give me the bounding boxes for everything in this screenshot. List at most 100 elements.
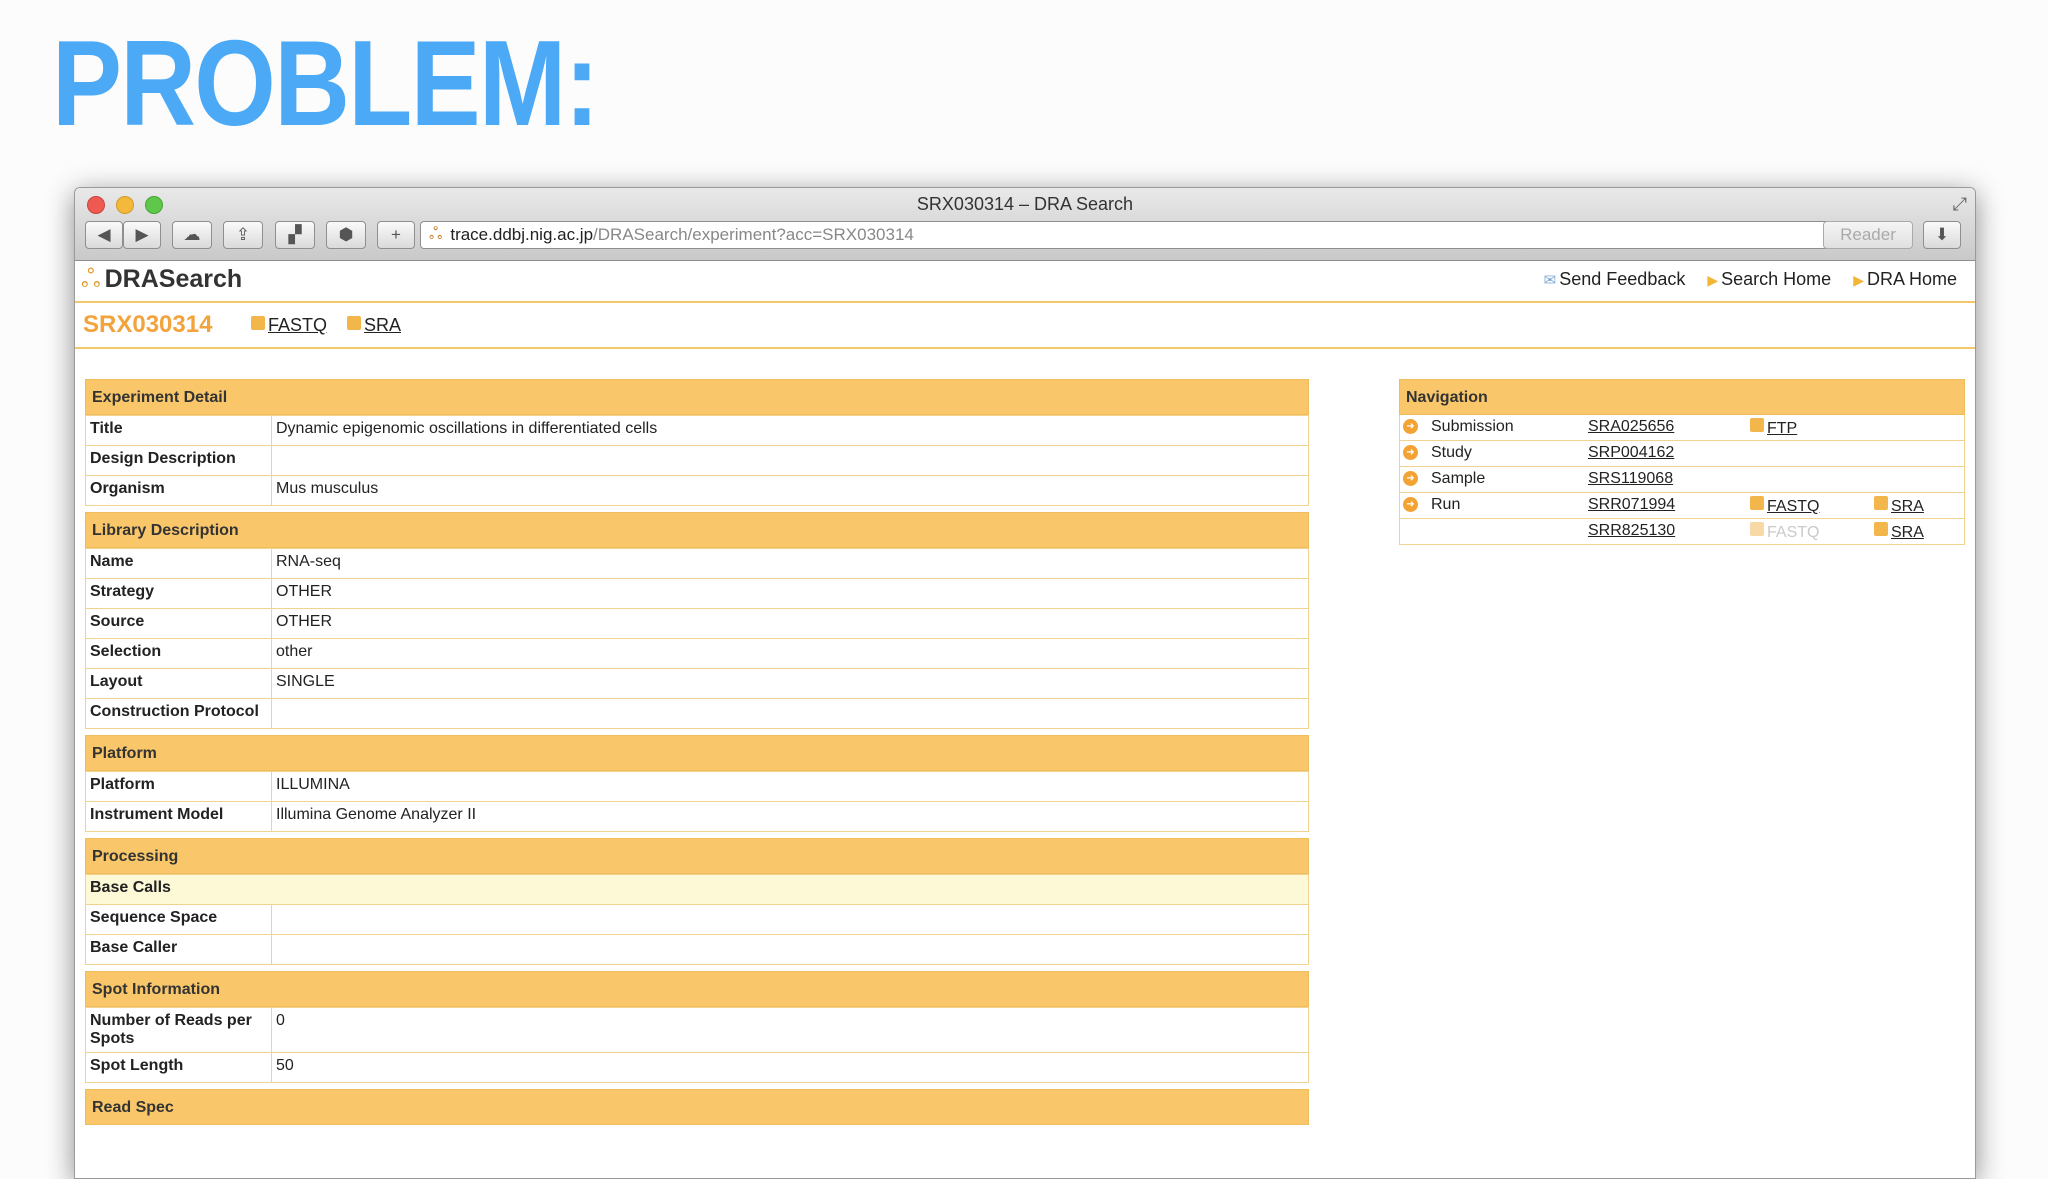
fastq-download-link[interactable]: FASTQ (251, 315, 327, 336)
experiment-detail-heading: Experiment Detail (85, 379, 1309, 415)
nav-row-sample: ➜ Sample SRS119068 (1400, 467, 1964, 493)
run-accession-link[interactable]: SRR825130 (1588, 522, 1675, 540)
row-key: Spot Length (85, 1052, 272, 1083)
header-links: ✉ Send Feedback ▶ Search Home ▶ DRA Home (1544, 269, 1957, 290)
download-icon (1874, 496, 1888, 510)
dra-home-label: DRA Home (1866, 269, 1957, 289)
sra-label: SRA (1891, 498, 1924, 515)
page-content: ஃ DRASearch ✉ Send Feedback ▶ Search Home ▶… (75, 261, 1975, 1125)
top-sites-icon: ▞ (288, 225, 302, 244)
navigation-panel: Navigation ➜ Submission SRA025656 FTP ➜ … (1399, 379, 1965, 545)
search-home-link[interactable]: ▶ Search Home (1707, 269, 1831, 290)
forward-arrow-icon: ▶ (135, 225, 149, 244)
address-bar[interactable]: ஃ trace.ddbj.nig.ac.jp/DRASearch/experim… (420, 221, 1884, 249)
table-row: Design Description (85, 445, 1309, 476)
base-calls-subheading: Base Calls (85, 874, 1309, 905)
table-row: Organism Mus musculus (85, 475, 1309, 506)
ftp-link[interactable]: FTP (1750, 418, 1797, 438)
row-key: Instrument Model (85, 801, 272, 832)
browser-window: SRX030314 – DRA Search ⤢ ◀ ▶ ☁ ⇪ ▞ ⬢ + ஃ… (74, 187, 1976, 1179)
study-accession-link[interactable]: SRP004162 (1588, 444, 1674, 462)
site-logo[interactable]: ஃ DRASearch (81, 265, 242, 297)
row-key: Layout (85, 668, 272, 699)
window-title: SRX030314 – DRA Search (916, 194, 1134, 214)
row-key: Base Caller (85, 934, 272, 965)
row-value: RNA-seq (271, 548, 1309, 579)
read-spec-heading: Read Spec (85, 1089, 1309, 1125)
processing-heading: Processing (85, 838, 1309, 874)
row-value: other (271, 638, 1309, 669)
download-icon (1874, 522, 1888, 536)
row-value: OTHER (271, 578, 1309, 609)
nav-row-study: ➜ Study SRP004162 (1400, 441, 1964, 467)
sra-download-link[interactable]: SRA (347, 315, 401, 336)
send-feedback-link[interactable]: ✉ Send Feedback (1544, 269, 1686, 290)
table-row: Base Calls (85, 874, 1309, 905)
url-host: trace.ddbj.nig.ac.jp (450, 225, 594, 244)
top-sites-button[interactable]: ▞ (275, 221, 315, 249)
downloads-button[interactable]: ⬇ (1923, 221, 1961, 249)
submission-accession-link[interactable]: SRA025656 (1588, 418, 1674, 436)
logo-text: DRASearch (104, 265, 243, 293)
row-value: SINGLE (271, 668, 1309, 699)
icloud-tabs-button[interactable]: ☁ (172, 221, 212, 249)
row-value: Mus musculus (271, 475, 1309, 506)
run-accession-link[interactable]: SRR071994 (1588, 496, 1675, 514)
ftp-label: FTP (1767, 420, 1798, 437)
row-key: Strategy (85, 578, 272, 609)
nav-label: Run (1431, 496, 1461, 513)
row-key: Construction Protocol (85, 698, 272, 729)
dra-home-link[interactable]: ▶ DRA Home (1853, 269, 1957, 290)
run-sra-link[interactable]: SRA (1874, 496, 1924, 516)
download-icon (251, 316, 265, 330)
back-button[interactable]: ◀ (85, 221, 123, 249)
row-value: OTHER (271, 608, 1309, 639)
row-value: Dynamic epigenomic oscillations in diffe… (271, 415, 1309, 446)
arrow-marker-icon: ▶ (1707, 272, 1719, 288)
experiment-detail-panel: Experiment Detail Title Dynamic epigenomi… (85, 379, 1309, 1125)
run-fastq-link[interactable]: FASTQ (1750, 496, 1819, 516)
navigation-list: ➜ Submission SRA025656 FTP ➜ Study SRP00… (1399, 415, 1965, 545)
fastq-label: FASTQ (268, 315, 328, 335)
arrow-circle-icon: ➜ (1403, 445, 1418, 460)
row-key: Selection (85, 638, 272, 669)
table-row: Selection other (85, 638, 1309, 669)
browser-chrome: SRX030314 – DRA Search ⤢ ◀ ▶ ☁ ⇪ ▞ ⬢ + ஃ… (75, 188, 1975, 261)
row-value: 0 (271, 1007, 1309, 1053)
nav-row-run: ➜ Run SRR071994 FASTQ SRA (1400, 493, 1964, 519)
sample-accession-link[interactable]: SRS119068 (1588, 470, 1673, 488)
row-value: 50 (271, 1052, 1309, 1083)
mail-icon: ✉ (1543, 272, 1557, 289)
table-row: Number of Reads per Spots 0 (85, 1007, 1309, 1053)
new-tab-button[interactable]: + (377, 221, 415, 249)
share-icon: ⇪ (235, 225, 251, 244)
sra-label: SRA (364, 315, 402, 335)
sra-label: SRA (1891, 524, 1924, 541)
fullscreen-icon[interactable]: ⤢ (1953, 194, 1967, 215)
site-header: ஃ DRASearch ✉ Send Feedback ▶ Search Home ▶… (75, 261, 1975, 303)
accession-id: SRX030314 (83, 311, 213, 338)
send-feedback-label: Send Feedback (1559, 269, 1686, 289)
row-key: Platform (85, 771, 272, 802)
table-row: Base Caller (85, 934, 1309, 965)
download-icon (1750, 418, 1764, 432)
processing-table: Base Calls Sequence Space Base Caller (85, 874, 1309, 965)
nav-label: Sample (1431, 470, 1486, 487)
library-description-heading: Library Description (85, 512, 1309, 548)
run-sra-link[interactable]: SRA (1874, 522, 1924, 542)
library-description-table: Name RNA-seq Strategy OTHER Source OTHER Selec… (85, 548, 1309, 729)
row-key: Sequence Space (85, 904, 272, 935)
share-button[interactable]: ⇪ (223, 221, 263, 249)
table-row: Strategy OTHER (85, 578, 1309, 609)
url-path: /DRASearch/experiment?acc=SRX030314 (593, 225, 914, 244)
row-key: Name (85, 548, 272, 579)
forward-button[interactable]: ▶ (123, 221, 161, 249)
reader-button[interactable]: Reader (1823, 221, 1913, 249)
row-key: Design Description (85, 445, 272, 476)
accession-header: SRX030314 FASTQ SRA (75, 303, 1975, 349)
back-arrow-icon: ◀ (97, 225, 111, 244)
arrow-circle-icon: ➜ (1403, 497, 1418, 512)
table-row: Instrument Model Illumina Genome Analyzer… (85, 801, 1309, 832)
extension-button[interactable]: ⬢ (326, 221, 366, 249)
row-value (271, 698, 1309, 729)
